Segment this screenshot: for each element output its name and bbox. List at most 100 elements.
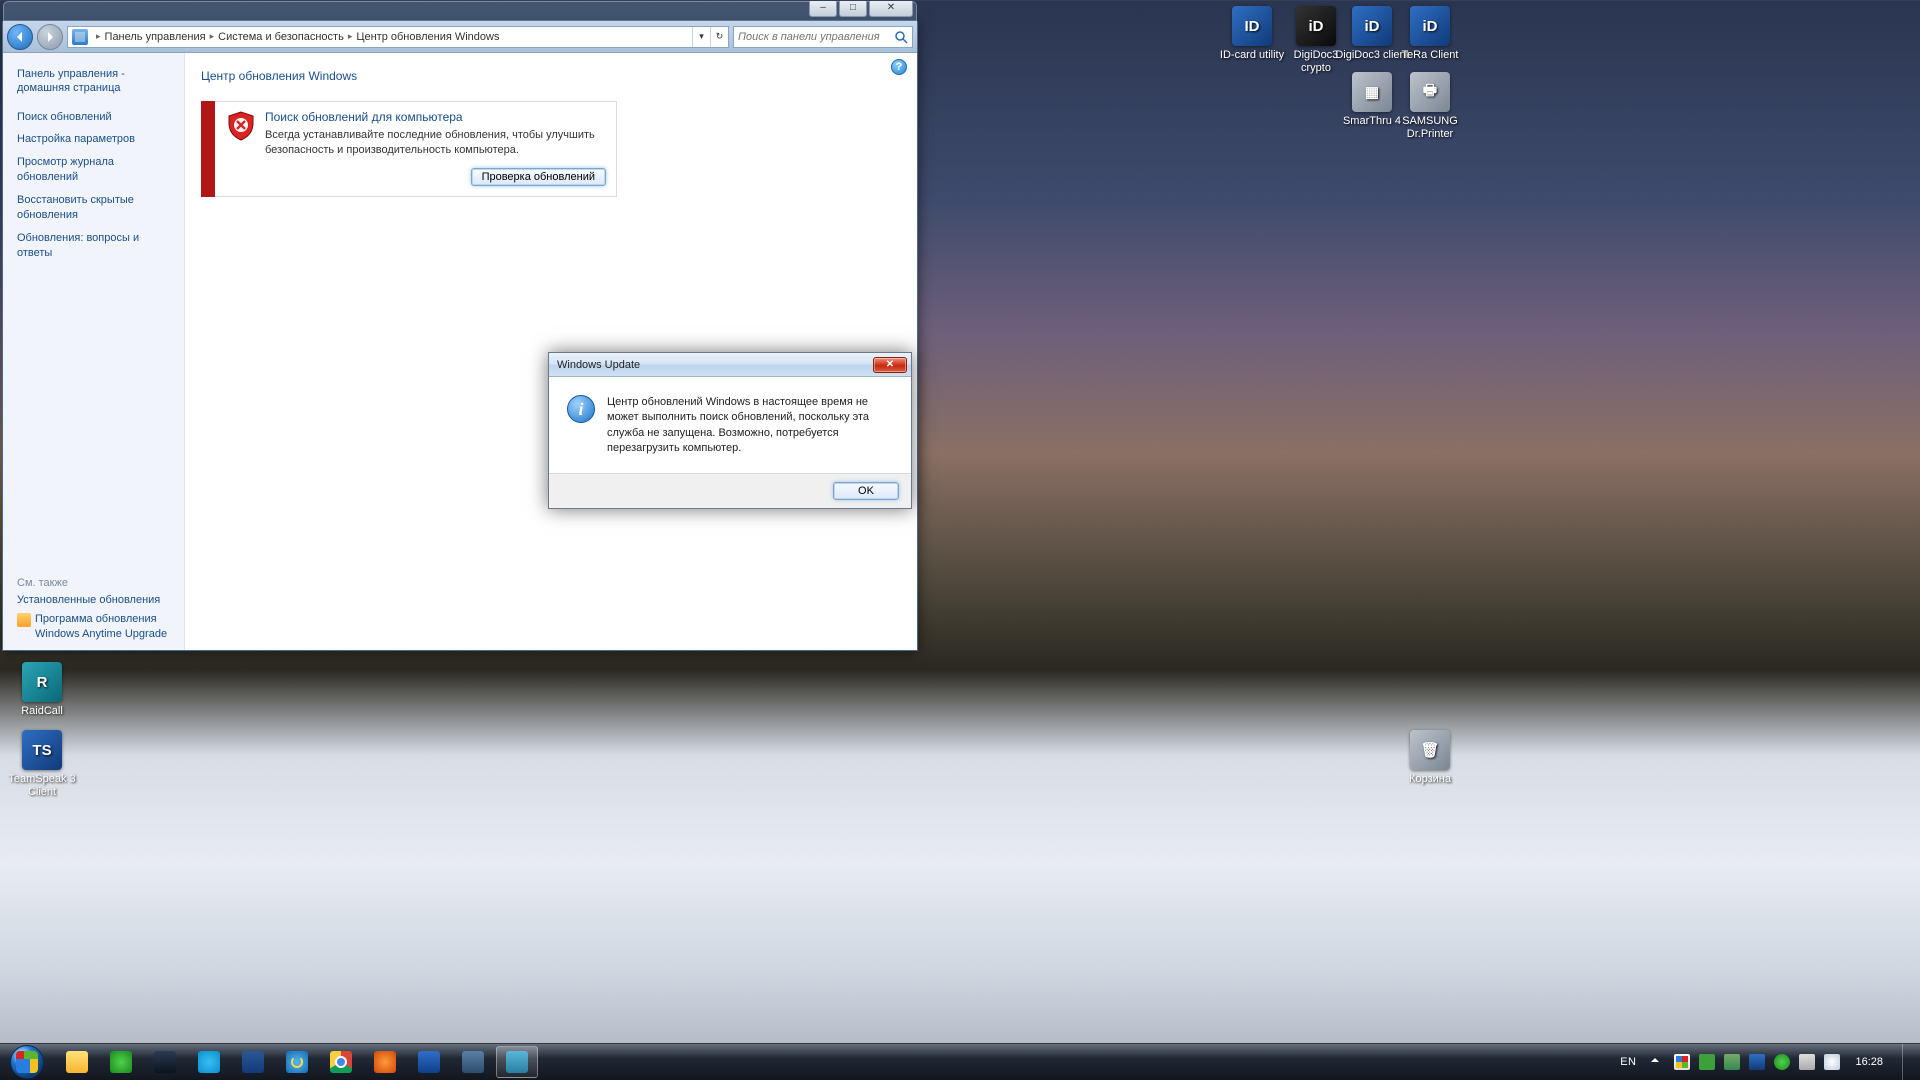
shield-error-icon xyxy=(225,110,257,142)
breadcrumb-dropdown[interactable]: ▾ xyxy=(692,27,710,47)
close-button[interactable]: ✕ xyxy=(869,1,913,17)
sidebar-link-history[interactable]: Просмотр журнала обновлений xyxy=(17,155,174,185)
titlebar[interactable] xyxy=(3,1,917,21)
app-icon: iD xyxy=(1296,6,1336,46)
sidebar-link-installed[interactable]: Установленные обновления xyxy=(17,593,174,608)
clock[interactable]: 16:28 xyxy=(1849,1056,1889,1068)
desktop-icon-drprinter[interactable]: 🖶 SAMSUNG Dr.Printer xyxy=(1392,72,1468,140)
taskbar-item-utorrent[interactable] xyxy=(100,1046,142,1078)
search-input[interactable] xyxy=(738,31,894,43)
app-icon: iD xyxy=(1410,6,1450,46)
desktop-icon-teamspeak[interactable]: TS TeamSpeak 3 Client xyxy=(4,730,80,798)
taskbar-item-firefox[interactable] xyxy=(364,1046,406,1078)
virtualbox-icon xyxy=(418,1051,440,1073)
sidebar-home-link[interactable]: Панель управления - домашняя страница xyxy=(17,67,174,96)
maximize-button[interactable]: □ xyxy=(839,1,867,17)
sidebar-link-search-updates[interactable]: Поиск обновлений xyxy=(17,110,174,125)
show-desktop-button[interactable] xyxy=(1902,1044,1912,1080)
taskbar-item-lang[interactable] xyxy=(496,1046,538,1078)
idcard-tray-icon[interactable] xyxy=(1749,1054,1765,1070)
app-icon: ID xyxy=(1232,6,1272,46)
nav-forward-button[interactable] xyxy=(37,24,63,50)
search-box[interactable] xyxy=(733,26,913,48)
volume-icon[interactable] xyxy=(1799,1054,1815,1070)
card-body: Всегда устанавливайте последние обновлен… xyxy=(265,128,606,158)
firefox-icon xyxy=(374,1051,396,1073)
check-updates-button[interactable]: Проверка обновлений xyxy=(471,168,606,186)
taskbar-item-skype[interactable] xyxy=(188,1046,230,1078)
dialog-titlebar[interactable]: Windows Update ✕ xyxy=(549,353,911,377)
sidebar-link-restore-hidden[interactable]: Восстановить скрытые обновления xyxy=(17,193,174,223)
page-title: Центр обновления Windows xyxy=(201,69,901,83)
icon-label: SAMSUNG Dr.Printer xyxy=(1392,115,1468,140)
breadcrumb[interactable]: ▸ Панель управления ▸ Система и безопасн… xyxy=(67,26,729,48)
ok-button[interactable]: OK xyxy=(833,482,899,500)
arrow-right-icon xyxy=(44,31,56,43)
control-panel-window: – □ ✕ ▸ Панель управления ▸ Система и бе… xyxy=(2,20,918,651)
taskbar-item-chrome[interactable] xyxy=(320,1046,362,1078)
info-icon: i xyxy=(567,395,595,423)
desktop-icon-raidcall[interactable]: R RaidCall xyxy=(4,662,80,718)
chevron-right-icon: ▸ xyxy=(96,31,101,42)
taskbar: EN 16:28 xyxy=(0,1043,1920,1080)
sidebar-link-anytime-upgrade[interactable]: Программа обновления Windows Anytime Upg… xyxy=(35,612,174,642)
desktop-icon-tera[interactable]: iD TeRa Client xyxy=(1392,6,1468,62)
nav-back-button[interactable] xyxy=(7,24,33,50)
app-icon: TS xyxy=(22,730,62,770)
anytime-upgrade-icon xyxy=(17,613,31,627)
search-icon[interactable] xyxy=(894,30,908,44)
taskbar-item-vbox[interactable] xyxy=(408,1046,450,1078)
status-stripe xyxy=(201,101,215,197)
network-icon[interactable] xyxy=(1824,1054,1840,1070)
chevron-right-icon: ▸ xyxy=(348,31,353,42)
app-icon: ▦ xyxy=(1352,72,1392,112)
tray-overflow-icon[interactable] xyxy=(1649,1054,1665,1070)
app-icon xyxy=(462,1051,484,1073)
utorrent-tray-icon[interactable] xyxy=(1774,1054,1790,1070)
chevron-right-icon: ▸ xyxy=(210,31,215,42)
help-icon[interactable]: ? xyxy=(891,59,907,75)
dialog-message: Центр обновлений Windows в настоящее вре… xyxy=(607,395,895,457)
nav-row: ▸ Панель управления ▸ Система и безопасн… xyxy=(3,21,917,53)
recycle-bin-icon: 🗑 xyxy=(1410,730,1450,770)
taskbar-item-steam[interactable] xyxy=(144,1046,186,1078)
start-button[interactable] xyxy=(0,1044,54,1080)
breadcrumb-item[interactable]: Центр обновления Windows xyxy=(356,31,499,43)
utorrent-icon xyxy=(110,1051,132,1073)
chrome-icon xyxy=(330,1051,352,1073)
app-icon: 🖶 xyxy=(1410,72,1450,112)
taskbar-item-ie[interactable] xyxy=(276,1046,318,1078)
app-icon: iD xyxy=(1352,6,1392,46)
nvidia-icon[interactable] xyxy=(1699,1054,1715,1070)
sidebar: Панель управления - домашняя страница По… xyxy=(3,53,185,650)
steam-icon xyxy=(154,1051,176,1073)
icon-label: RaidCall xyxy=(4,705,80,718)
taskbar-item-app1[interactable] xyxy=(452,1046,494,1078)
breadcrumb-item[interactable]: Панель управления xyxy=(105,31,206,43)
language-indicator[interactable]: EN xyxy=(1616,1056,1640,1068)
desktop-icon-recycle-bin[interactable]: 🗑 Корзина xyxy=(1392,730,1468,786)
control-panel-icon xyxy=(72,29,88,45)
word-icon xyxy=(242,1051,264,1073)
folder-icon xyxy=(66,1051,88,1073)
ie-icon xyxy=(286,1051,308,1073)
minimize-button[interactable]: – xyxy=(809,1,837,17)
breadcrumb-refresh[interactable]: ↻ xyxy=(710,27,728,47)
icon-label: TeRa Client xyxy=(1392,49,1468,62)
taskbar-item-word[interactable] xyxy=(232,1046,274,1078)
card-title: Поиск обновлений для компьютера xyxy=(265,110,606,124)
tray-icon[interactable] xyxy=(1724,1054,1740,1070)
breadcrumb-item[interactable]: Система и безопасность xyxy=(218,31,344,43)
action-center-icon[interactable] xyxy=(1674,1054,1690,1070)
taskbar-item-explorer[interactable] xyxy=(56,1046,98,1078)
update-status-card: Поиск обновлений для компьютера Всегда у… xyxy=(201,101,617,197)
system-tray: EN 16:28 xyxy=(1606,1044,1916,1080)
dialog-close-button[interactable]: ✕ xyxy=(873,357,907,373)
windows-update-dialog: Windows Update ✕ i Центр обновлений Wind… xyxy=(548,352,912,509)
sidebar-link-faq[interactable]: Обновления: вопросы и ответы xyxy=(17,231,174,261)
icon-label: TeamSpeak 3 Client xyxy=(4,773,80,798)
windows-logo-icon xyxy=(10,1045,44,1079)
arrow-left-icon xyxy=(14,31,26,43)
sidebar-link-settings[interactable]: Настройка параметров xyxy=(17,132,174,147)
skype-icon xyxy=(198,1051,220,1073)
